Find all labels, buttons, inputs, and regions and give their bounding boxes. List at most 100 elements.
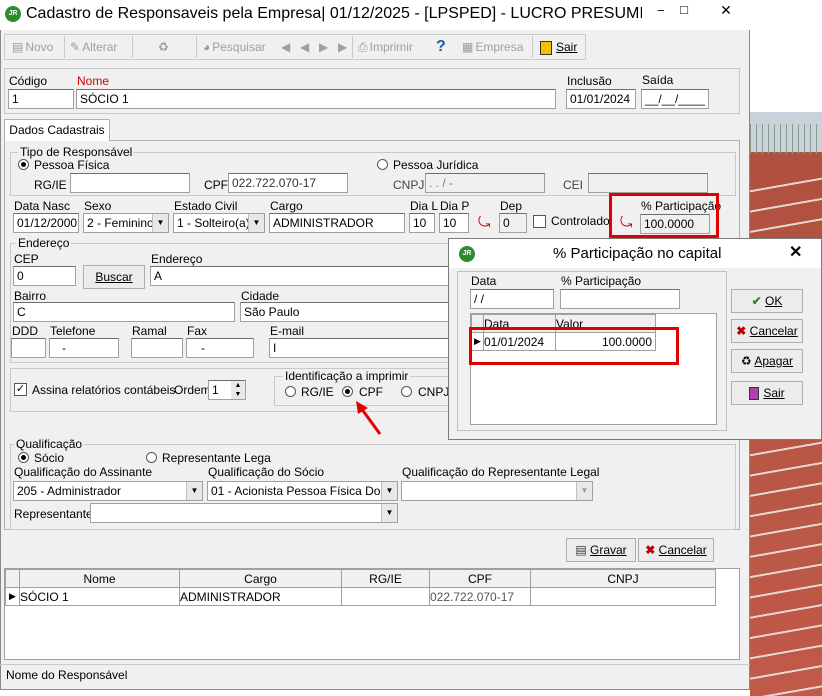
cell-cnpj	[530, 587, 716, 606]
first-record-button[interactable]: ◀	[281, 37, 290, 57]
socio-qualif-select[interactable]: 01 - Acionista Pessoa Física Dom ▼	[207, 481, 398, 501]
dia-l-label: Dia L	[410, 199, 439, 213]
ident-cpf-radio[interactable]	[342, 386, 353, 397]
exit-icon	[749, 387, 760, 401]
chevron-down-icon: ▼	[152, 214, 168, 232]
trash-icon: ♻	[740, 354, 755, 368]
dialog-close-icon[interactable]: ✕	[789, 242, 802, 262]
pessoa-fisica-radio[interactable]	[18, 159, 29, 170]
cell-nome: SÓCIO 1	[19, 587, 180, 606]
saida-field[interactable]: __/__/____	[641, 89, 709, 109]
socio-radio[interactable]	[18, 452, 29, 463]
representante-label: Representante	[14, 507, 93, 521]
controlado-checkbox[interactable]	[533, 215, 546, 228]
dep-field[interactable]: 0	[499, 213, 527, 233]
assina-checkbox[interactable]: ✓	[14, 383, 27, 396]
close-button[interactable]: ✕	[704, 0, 748, 22]
col-cargo[interactable]: Cargo	[179, 569, 342, 588]
dialog-data-field[interactable]: / /	[470, 289, 554, 309]
cidade-field[interactable]: São Paulo	[240, 302, 450, 322]
sexo-label: Sexo	[84, 199, 112, 213]
cep-field[interactable]: 0	[13, 266, 76, 286]
bairro-field[interactable]: C	[13, 302, 235, 322]
codigo-label: Código	[9, 74, 48, 88]
qualif-legend: Qualificação	[14, 437, 85, 451]
chevron-down-icon: ▼	[248, 214, 264, 232]
tab-dados-cadastrais[interactable]: Dados Cadastrais	[4, 119, 110, 141]
prev-record-button[interactable]: ◀	[300, 37, 309, 57]
help-button[interactable]: ?	[436, 37, 446, 57]
ordem-field[interactable]: 1 ▲ ▼	[208, 380, 246, 400]
cancel-icon: ✖	[645, 543, 659, 557]
telefone-label: Telefone	[50, 324, 96, 338]
cnpj-field[interactable]: . . / -	[425, 173, 545, 193]
table-row[interactable]: ▶ SÓCIO 1 ADMINISTRADOR 022.722.070-17	[5, 587, 716, 606]
gravar-button[interactable]: ▤ Gravar	[566, 538, 636, 562]
repleg-select[interactable]: ▼	[401, 481, 593, 501]
dialog-logo-icon: JR	[459, 246, 475, 262]
inclusao-field[interactable]: 01/01/2024	[566, 89, 636, 109]
endereco-field[interactable]: A	[150, 266, 450, 286]
empresa-button[interactable]: ▦ Empresa	[462, 37, 523, 57]
rgie-field[interactable]	[70, 173, 190, 193]
sexo-select[interactable]: 2 - Feminino ▼	[83, 213, 169, 233]
nome-field[interactable]: SÓCIO 1	[76, 89, 556, 109]
delete-button[interactable]: ♻	[158, 37, 171, 57]
socio-label: Sócio	[34, 451, 65, 465]
buscar-button[interactable]: Buscar	[83, 265, 145, 289]
ident-rgie-radio[interactable]	[285, 386, 296, 397]
pessoa-juridica-label: Pessoa Jurídica	[393, 158, 479, 172]
dialog-title: % Participação no capital	[553, 245, 722, 262]
dia-p-field[interactable]: 10	[439, 213, 469, 233]
ident-cnpj-radio[interactable]	[401, 386, 412, 397]
responsaveis-grid: Nome Cargo RG/IE CPF CNPJ ▶ SÓCIO 1 ADMI…	[4, 568, 740, 660]
dialog-cancelar-button[interactable]: ✖ Cancelar	[731, 319, 803, 343]
dialog-data-label: Data	[471, 274, 497, 288]
nome-label: Nome	[77, 74, 110, 88]
ident-legend: Identificação a imprimir	[283, 369, 411, 383]
dialog-apagar-button[interactable]: ♻ Apagar	[731, 349, 803, 373]
col-nome[interactable]: Nome	[19, 569, 180, 588]
cei-field[interactable]	[588, 173, 708, 193]
pessoa-juridica-radio[interactable]	[377, 159, 388, 170]
estado-civil-select[interactable]: 1 - Solteiro(a) ▼	[173, 213, 265, 233]
ident-rgie-label: RG/IE	[301, 385, 334, 399]
telefone-field[interactable]: -	[49, 338, 119, 358]
cargo-field[interactable]: ADMINISTRADOR	[269, 213, 405, 233]
next-record-button[interactable]: ▶	[319, 37, 328, 57]
representante-radio[interactable]	[146, 452, 157, 463]
ddd-label: DDD	[12, 324, 38, 338]
data-nasc-field[interactable]: 01/12/2000	[13, 213, 79, 233]
col-cnpj[interactable]: CNPJ	[530, 569, 716, 588]
imprimir-button[interactable]: ⎙ Imprimir	[358, 37, 413, 57]
last-record-button[interactable]: ▶	[338, 37, 347, 57]
save-icon: ▤	[575, 543, 590, 557]
codigo-field[interactable]: 1	[8, 89, 74, 109]
ddd-field[interactable]	[11, 338, 46, 358]
refresh-icon[interactable]: ⤿	[478, 214, 491, 231]
assinante-select[interactable]: 205 - Administrador ▼	[13, 481, 203, 501]
pesquisar-button[interactable]: ◕ Pesquisar	[203, 37, 266, 57]
cancelar-button[interactable]: ✖ Cancelar	[638, 538, 714, 562]
representante-select[interactable]: ▼	[90, 503, 398, 523]
dialog-ok-button[interactable]: ✔ OK	[731, 289, 803, 313]
endereco-legend: Endereço	[16, 236, 72, 250]
ramal-field[interactable]	[131, 338, 183, 358]
participacao-highlight	[609, 193, 719, 238]
dialog-sair-button[interactable]: Sair	[731, 381, 803, 405]
spinner-icon: ▲ ▼	[231, 381, 245, 399]
assinante-label: Qualificação do Assinante	[14, 465, 153, 479]
sair-button[interactable]: Sair	[540, 37, 577, 57]
maximize-button[interactable]: □	[664, 0, 704, 22]
tipo-legend: Tipo de Responsável	[18, 145, 135, 159]
edit-icon: ✎	[70, 40, 81, 54]
cpf-field[interactable]: 022.722.070-17	[228, 173, 348, 193]
col-rgie[interactable]: RG/IE	[341, 569, 430, 588]
dia-l-field[interactable]: 10	[409, 213, 435, 233]
novo-button[interactable]: ▤ Novo	[12, 37, 53, 57]
dialog-part-field[interactable]	[560, 289, 680, 309]
email-field[interactable]: I	[269, 338, 450, 358]
alterar-button[interactable]: ✎ Alterar	[70, 37, 117, 57]
fax-field[interactable]: -	[186, 338, 254, 358]
col-cpf[interactable]: CPF	[429, 569, 531, 588]
